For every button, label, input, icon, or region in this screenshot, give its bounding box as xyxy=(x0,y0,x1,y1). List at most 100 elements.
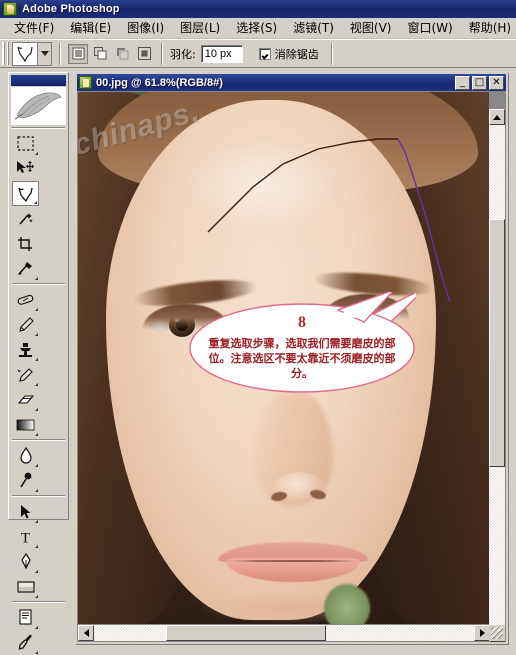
maximize-button[interactable]: □ xyxy=(472,75,487,90)
scroll-left-icon xyxy=(83,629,89,637)
menu-filter[interactable]: 滤镜(T) xyxy=(285,17,342,39)
application-title: Adobe Photoshop xyxy=(22,3,120,15)
selection-mode-group xyxy=(68,43,154,64)
new-selection-button[interactable] xyxy=(68,43,88,64)
eraser-tool[interactable] xyxy=(12,387,39,412)
lasso-icon xyxy=(18,187,33,202)
active-tool-preview[interactable] xyxy=(12,41,38,66)
toolbox-divider-5 xyxy=(12,601,65,603)
flyout-corner xyxy=(35,433,38,436)
menu-window[interactable]: 窗口(W) xyxy=(399,17,460,39)
move-tool[interactable] xyxy=(12,156,39,181)
rectangle-shape-icon xyxy=(16,580,35,593)
slice-icon xyxy=(18,261,32,275)
notes-tool[interactable] xyxy=(12,605,39,630)
antialias-row: 消除锯齿 xyxy=(258,46,324,62)
crop-icon xyxy=(18,236,32,251)
lasso-tool[interactable] xyxy=(12,181,39,206)
blur-tool[interactable] xyxy=(12,443,39,468)
document-title-bar[interactable]: 00.jpg @ 61.8%(RGB/8#) _ □ ✕ xyxy=(77,74,506,91)
menu-view[interactable]: 视图(V) xyxy=(342,17,400,39)
photoshop-logo-icon xyxy=(3,2,17,16)
subtract-from-selection-button[interactable] xyxy=(112,43,132,64)
type-T-icon: T xyxy=(21,530,30,545)
paintbrush-icon xyxy=(19,316,34,332)
magic-wand-tool[interactable] xyxy=(12,206,39,231)
flyout-corner xyxy=(35,545,38,548)
blur-waterdrop-icon xyxy=(19,447,32,464)
vertical-scroll-thumb[interactable] xyxy=(489,219,505,467)
options-bar-grip[interactable] xyxy=(2,42,9,65)
resize-grip[interactable] xyxy=(489,625,505,641)
toolbox-title-bar[interactable] xyxy=(11,75,66,86)
options-separator-1 xyxy=(59,42,61,65)
annotation-callout: 8 重复选取步骤，选取我们需要磨皮的部位。注意选区不要太靠近不须磨皮的部分。 xyxy=(188,292,416,394)
tool-group-retouch xyxy=(9,287,68,437)
flyout-corner xyxy=(35,570,38,573)
history-brush-tool[interactable] xyxy=(12,362,39,387)
toolbox-logo[interactable] xyxy=(11,87,66,125)
flyout-corner xyxy=(35,626,38,629)
feather-input[interactable]: 10 px xyxy=(200,44,243,63)
menu-file[interactable]: 文件(F) xyxy=(6,17,62,39)
menu-edit[interactable]: 编辑(E) xyxy=(62,17,119,39)
clone-stamp-tool[interactable] xyxy=(12,337,39,362)
dodge-icon xyxy=(19,472,31,488)
slice-tool[interactable] xyxy=(12,256,39,281)
crop-tool[interactable] xyxy=(12,231,39,256)
flyout-corner xyxy=(35,651,38,654)
path-selection-tool[interactable] xyxy=(12,499,39,524)
horizontal-scrollbar[interactable] xyxy=(78,625,490,641)
history-brush-icon xyxy=(17,367,33,382)
eyedropper-tool[interactable] xyxy=(12,630,39,655)
flyout-corner xyxy=(34,201,37,204)
add-to-selection-button[interactable] xyxy=(90,43,110,64)
scroll-up-icon xyxy=(493,114,501,120)
clone-stamp-icon xyxy=(19,342,32,357)
flyout-corner xyxy=(35,595,38,598)
gradient-tool[interactable] xyxy=(12,412,39,437)
document-icon xyxy=(79,76,92,89)
pen-tool[interactable] xyxy=(12,549,39,574)
move-icon xyxy=(17,161,34,173)
flyout-corner xyxy=(35,464,38,467)
toolbox-divider-1 xyxy=(12,127,65,129)
flyout-corner xyxy=(35,308,38,311)
canvas-area: chinaps. 8 重复选取步骤，选取我们需要磨皮的部位。注意选区不要太靠近不… xyxy=(77,91,506,642)
vertical-scrollbar[interactable] xyxy=(489,109,505,642)
chevron-down-icon xyxy=(40,51,49,56)
dodge-tool[interactable] xyxy=(12,468,39,493)
magic-wand-icon xyxy=(19,212,33,225)
healing-brush-tool[interactable] xyxy=(12,287,39,312)
intersect-selection-button[interactable] xyxy=(134,43,154,64)
tool-group-utility xyxy=(9,605,68,655)
gradient-icon xyxy=(16,419,35,430)
scroll-right-button[interactable] xyxy=(474,625,490,641)
tool-preset-dropdown[interactable] xyxy=(38,41,52,66)
menu-bar: 文件(F) 编辑(E) 图像(I) 图层(L) 选择(S) 滤镜(T) 视图(V… xyxy=(0,18,516,39)
resize-grip-icon xyxy=(491,627,503,639)
image-canvas[interactable]: chinaps. 8 重复选取步骤，选取我们需要磨皮的部位。注意选区不要太靠近不… xyxy=(78,92,489,624)
scroll-up-button[interactable] xyxy=(489,109,505,125)
menu-layer[interactable]: 图层(L) xyxy=(172,17,228,39)
shape-tool[interactable] xyxy=(12,574,39,599)
menu-select[interactable]: 选择(S) xyxy=(228,17,285,39)
marquee-tool[interactable] xyxy=(12,131,39,156)
pen-icon xyxy=(20,553,31,570)
photoshop-feather-icon xyxy=(14,92,62,120)
flyout-corner xyxy=(35,489,38,492)
scroll-left-button[interactable] xyxy=(78,625,94,641)
antialias-checkbox[interactable] xyxy=(258,47,271,60)
tool-options-bar: 羽化: 10 px 消除锯齿 xyxy=(0,39,516,68)
menu-image[interactable]: 图像(I) xyxy=(119,17,172,39)
horizontal-scroll-thumb[interactable] xyxy=(166,625,326,641)
type-tool[interactable]: T xyxy=(12,524,39,549)
subtract-selection-icon xyxy=(116,48,128,60)
menu-help[interactable]: 帮助(H) xyxy=(461,17,516,39)
close-button[interactable]: ✕ xyxy=(489,75,504,90)
minimize-button[interactable]: _ xyxy=(455,75,470,90)
scroll-right-icon xyxy=(479,629,485,637)
brush-tool[interactable] xyxy=(12,312,39,337)
callout-step-number: 8 xyxy=(298,314,306,331)
add-selection-icon xyxy=(93,47,106,60)
